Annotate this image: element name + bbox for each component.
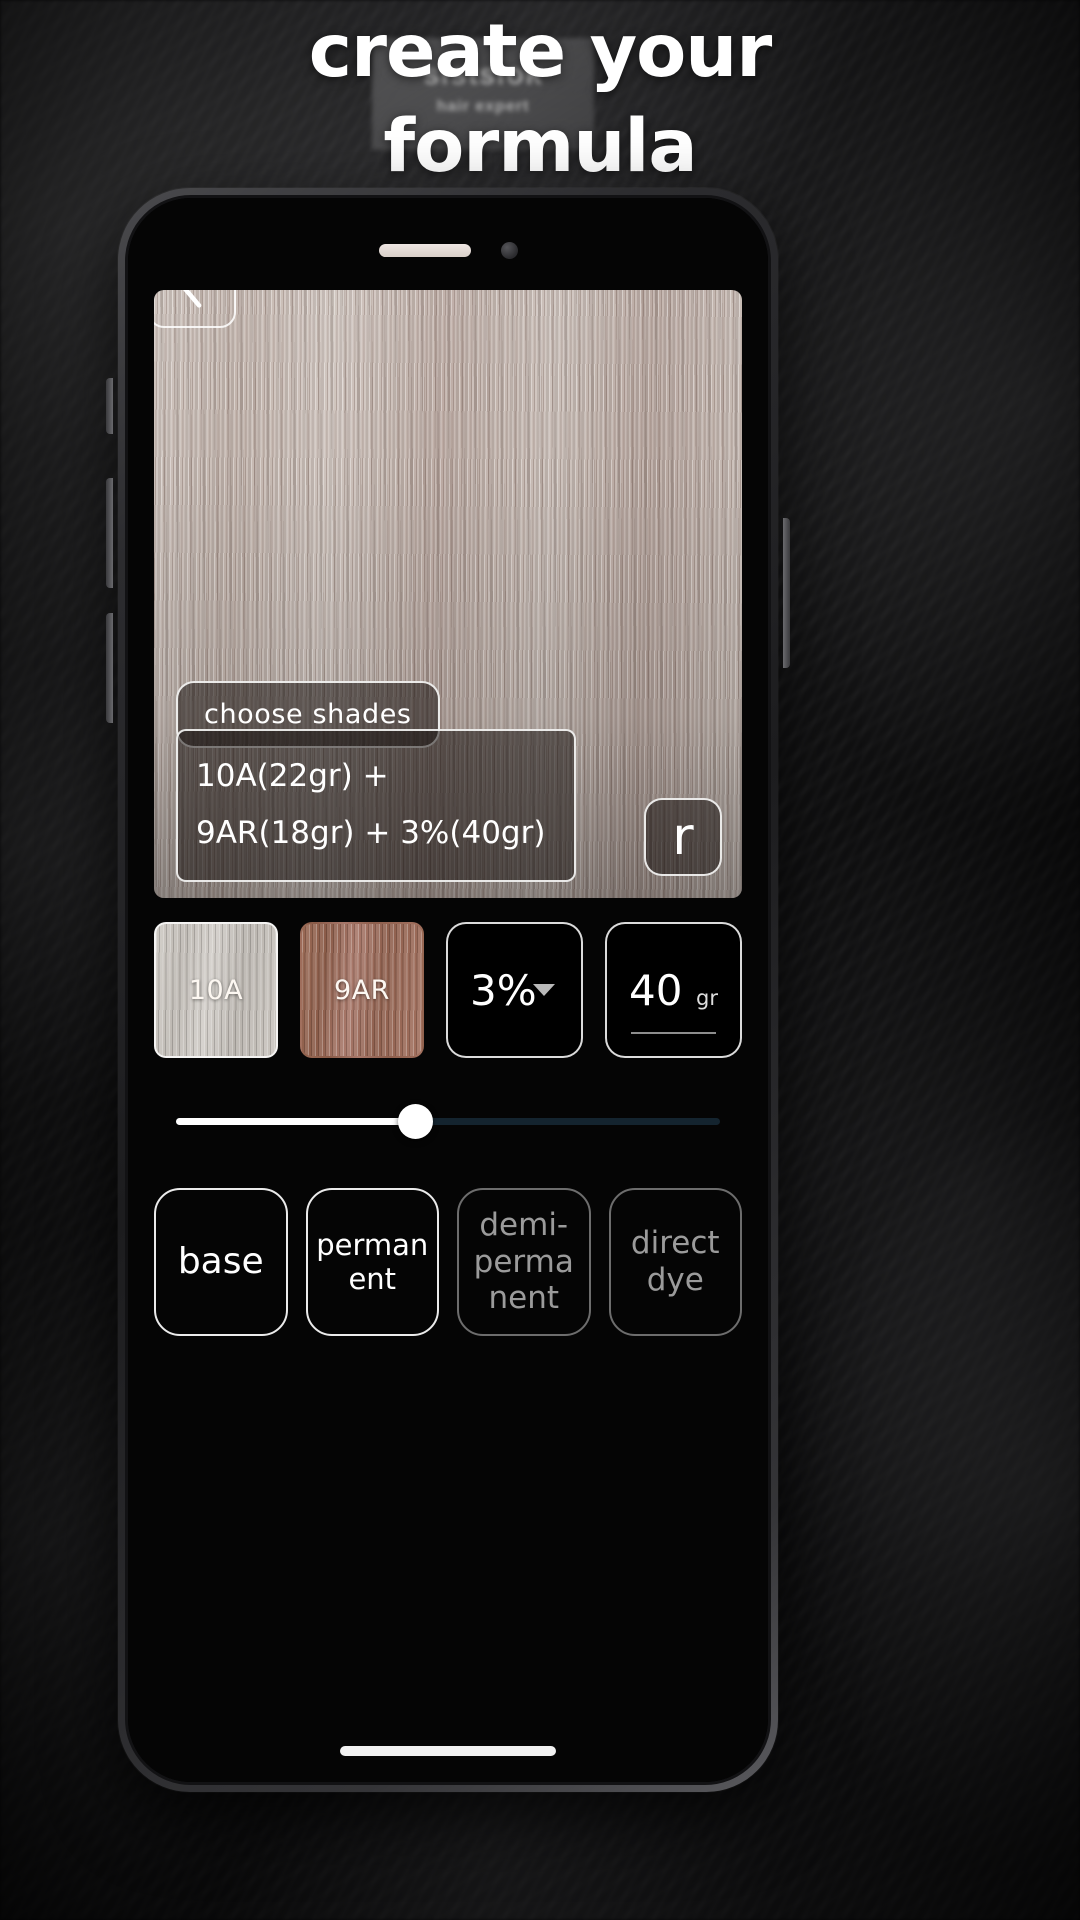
slider-thumb[interactable] bbox=[398, 1104, 434, 1139]
formula-display[interactable]: 10A(22gr) + 9AR(18gr) + 3%(40gr) bbox=[176, 729, 576, 882]
reset-button-label: r bbox=[672, 807, 694, 867]
type-button-base[interactable]: base bbox=[154, 1188, 288, 1336]
volume-up-button[interactable] bbox=[106, 478, 113, 588]
chevron-down-icon[interactable] bbox=[533, 984, 555, 996]
type-button-direct-dye[interactable]: direct dye bbox=[608, 1188, 742, 1336]
back-button[interactable] bbox=[154, 290, 236, 328]
developer-select[interactable]: 3% bbox=[446, 922, 583, 1058]
amount-slider[interactable] bbox=[176, 1104, 720, 1139]
type-button-permanent[interactable]: permanent bbox=[305, 1188, 439, 1336]
formula-text: 10A(22gr) + 9AR(18gr) + 3%(40gr) bbox=[196, 758, 546, 851]
page-headline: create your formula bbox=[0, 4, 1080, 194]
shade-swatch-9ar[interactable]: 9AR bbox=[300, 922, 424, 1058]
slider-track-fill bbox=[176, 1118, 416, 1125]
speaker-grille-icon bbox=[378, 244, 471, 257]
shade-swatch-10a[interactable]: 10A bbox=[154, 922, 278, 1058]
type-button-label: permanent bbox=[316, 1227, 429, 1296]
amount-input-underline bbox=[631, 1032, 716, 1034]
shade-swatch-label: 9AR bbox=[334, 974, 390, 1006]
choose-shades-label: choose shades bbox=[204, 699, 412, 730]
phone-screen-area: choose shades 10A(22gr) + 9AR(18gr) + 3%… bbox=[125, 195, 771, 1785]
hair-preview-image[interactable]: choose shades 10A(22gr) + 9AR(18gr) + 3%… bbox=[154, 290, 742, 898]
mute-switch[interactable] bbox=[106, 378, 113, 434]
amount-input[interactable]: 40 gr bbox=[605, 922, 742, 1058]
amount-value: 40 bbox=[629, 965, 683, 1015]
power-button[interactable] bbox=[783, 518, 790, 668]
type-button-label: base bbox=[177, 1240, 264, 1282]
headline-line-2: formula bbox=[383, 104, 697, 189]
formula-controls-row: 10A 9AR 3% 40 gr bbox=[154, 922, 742, 1058]
type-button-label: direct dye bbox=[630, 1225, 720, 1298]
headline-line-1: create your bbox=[308, 9, 773, 94]
type-button-demi-permanent[interactable]: demi-permanent bbox=[457, 1188, 591, 1336]
type-button-label: demi-permanent bbox=[473, 1207, 574, 1317]
chevron-left-icon bbox=[183, 290, 202, 308]
shade-swatch-label: 10A bbox=[188, 974, 244, 1006]
color-type-row: base permanent demi-permanent direct dye bbox=[154, 1188, 742, 1336]
home-indicator[interactable] bbox=[340, 1746, 556, 1756]
phone-notch bbox=[128, 242, 768, 259]
developer-value: 3% bbox=[470, 965, 537, 1015]
volume-down-button[interactable] bbox=[106, 613, 113, 723]
phone-mockup: choose shades 10A(22gr) + 9AR(18gr) + 3%… bbox=[106, 188, 790, 1792]
reset-button[interactable]: r bbox=[644, 798, 722, 876]
app-screen: choose shades 10A(22gr) + 9AR(18gr) + 3%… bbox=[128, 198, 768, 1782]
front-camera-icon bbox=[500, 242, 518, 259]
amount-unit-label: gr bbox=[696, 986, 718, 1010]
